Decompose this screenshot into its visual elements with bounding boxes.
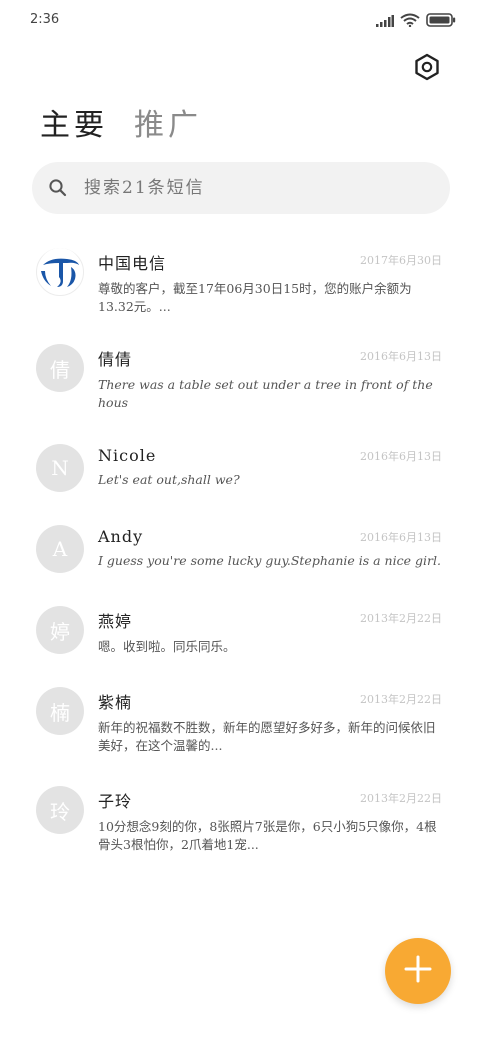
signal-icon xyxy=(376,12,394,31)
new-message-button[interactable] xyxy=(385,938,451,1004)
china-telecom-logo-icon xyxy=(37,247,83,298)
message-preview: I guess you're some lucky guy.Stephanie … xyxy=(98,553,441,568)
avatar-letter: A xyxy=(52,537,68,561)
avatar: 倩 xyxy=(36,344,84,392)
message-date: 2016年6月13日 xyxy=(360,531,442,544)
status-bar: 2:36 xyxy=(0,0,480,40)
message-date: 2013年2月22日 xyxy=(360,792,442,805)
conversation-body: 倩倩 2016年6月13日 There was a table set out … xyxy=(98,346,442,412)
avatar-letter: 婷 xyxy=(50,619,70,644)
conversation-body: 子玲 2013年2月22日 10分想念9刻的你，8张照片7张是你，6只小狗5只像… xyxy=(98,788,442,854)
avatar: 婷 xyxy=(36,606,84,654)
message-preview: 嗯。收到啦。同乐同乐。 xyxy=(98,639,236,654)
message-preview: There was a table set out under a tree i… xyxy=(98,377,433,410)
settings-button[interactable] xyxy=(412,53,442,85)
message-preview: 10分想念9刻的你，8张照片7张是你，6只小狗5只像你，4根骨头3根怕你，2爪着… xyxy=(98,819,437,852)
tab-bar: 主要 推广 xyxy=(40,100,202,144)
status-time: 2:36 xyxy=(30,12,60,27)
avatar: A xyxy=(36,525,84,573)
avatar xyxy=(36,247,84,298)
message-preview: 新年的祝福数不胜数，新年的愿望好多好多，新年的问候依旧美好，在这个温馨的... xyxy=(98,720,436,753)
avatar-letter: 玲 xyxy=(50,799,70,824)
message-date: 2013年2月22日 xyxy=(360,612,442,625)
avatar: 玲 xyxy=(36,786,84,834)
avatar-letter: N xyxy=(51,456,69,480)
search-input[interactable] xyxy=(84,178,404,198)
settings-hexagon-icon xyxy=(414,53,440,85)
avatar-letter: 倩 xyxy=(50,357,70,382)
message-date: 2016年6月13日 xyxy=(360,350,442,363)
avatar-letter: 楠 xyxy=(50,700,70,725)
status-icons xyxy=(376,12,456,31)
message-date: 2017年6月30日 xyxy=(360,254,442,267)
conversation-body: 紫楠 2013年2月22日 新年的祝福数不胜数，新年的愿望好多好多，新年的问候依… xyxy=(98,689,442,755)
avatar: N xyxy=(36,444,84,492)
avatar: 楠 xyxy=(36,687,84,735)
plus-icon xyxy=(404,955,432,987)
wifi-icon xyxy=(400,12,420,31)
message-date: 2013年2月22日 xyxy=(360,693,442,706)
search-icon xyxy=(48,178,68,198)
tab-primary[interactable]: 主要 xyxy=(40,100,108,144)
message-preview: 尊敬的客户，截至17年06月30日15时，您的账户余额为13.32元。... xyxy=(98,281,412,314)
conversation-body: 燕婷 2013年2月22日 嗯。收到啦。同乐同乐。 xyxy=(98,608,442,656)
conversation-body: Andy 2016年6月13日 I guess you're some luck… xyxy=(98,527,442,570)
message-preview: Let's eat out,shall we? xyxy=(98,472,240,487)
conversation-body: 中国电信 2017年6月30日 尊敬的客户，截至17年06月30日15时，您的账… xyxy=(98,250,442,316)
tab-promotions[interactable]: 推广 xyxy=(134,100,202,144)
conversation-body: Nicole 2016年6月13日 Let's eat out,shall we… xyxy=(98,446,442,489)
battery-icon xyxy=(426,12,456,31)
message-date: 2016年6月13日 xyxy=(360,450,442,463)
search-bar[interactable] xyxy=(32,162,450,214)
